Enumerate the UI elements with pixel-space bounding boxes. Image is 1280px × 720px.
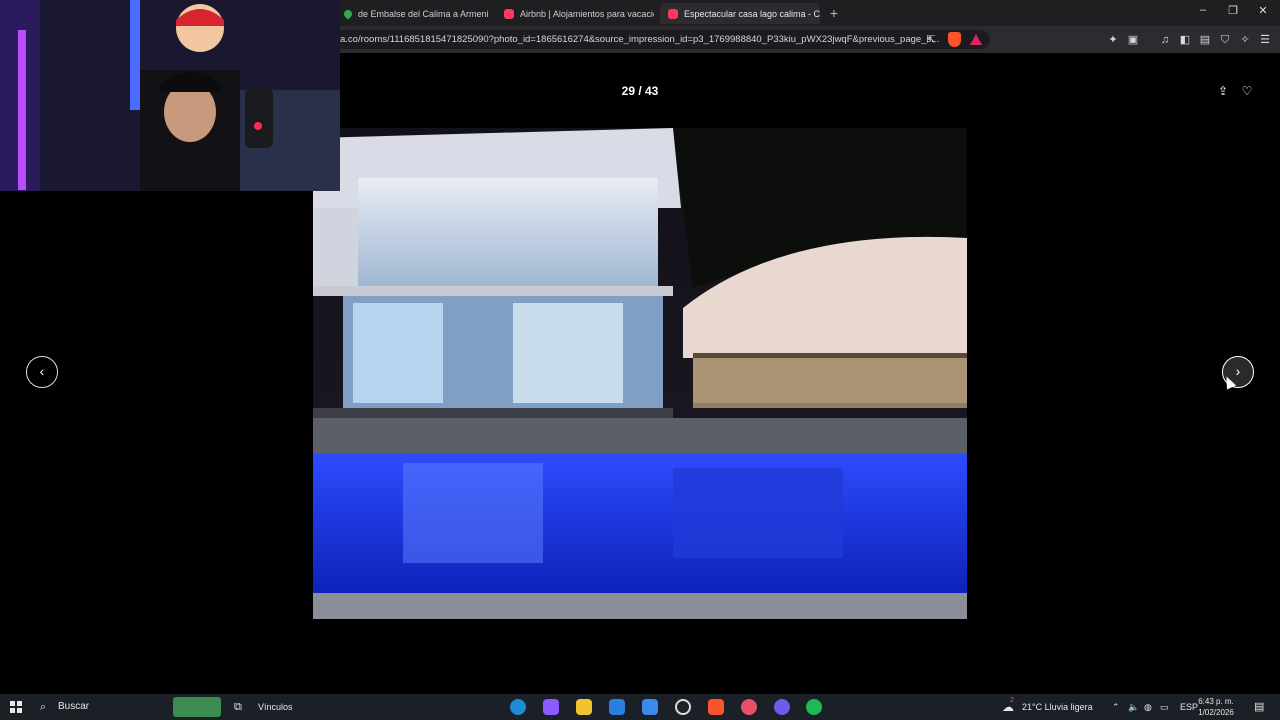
weather-widget[interactable]: 21°C Lluvia ligera xyxy=(1022,694,1093,720)
brave-rewards-icon[interactable] xyxy=(970,34,982,45)
task-view-icon[interactable]: ⧉ xyxy=(234,694,242,720)
obs-icon[interactable] xyxy=(675,699,691,715)
address-bar[interactable]: a.co/rooms/1116851815471825090?photo_id=… xyxy=(330,30,990,49)
share-page-icon[interactable]: ⇱ xyxy=(924,33,938,47)
volume-icon[interactable]: 🔈 xyxy=(1128,694,1139,720)
tab-airbnb-search[interactable]: Airbnb | Alojamientos para vacacione xyxy=(496,3,654,24)
webcam-image xyxy=(0,0,340,191)
clock[interactable]: 6:43 p. m. 1/02/2026 xyxy=(1196,696,1236,718)
menu-icon[interactable]: ☰ xyxy=(1258,33,1272,47)
taskbar-search[interactable]: ⌕ Buscar xyxy=(34,696,170,718)
search-placeholder: Buscar xyxy=(58,701,90,712)
maps-pin-icon xyxy=(342,7,354,20)
clock-time: 6:43 p. m. xyxy=(1198,697,1234,706)
mail-icon[interactable] xyxy=(642,699,658,715)
discord-icon[interactable] xyxy=(774,699,790,715)
tab-label: de Embalse del Calima a Armenia, Qu xyxy=(358,8,488,19)
vpn-shield-icon[interactable]: ⛉ xyxy=(1218,33,1232,47)
house-pool-night-image xyxy=(313,128,967,619)
share-icon[interactable]: ⇪ xyxy=(1216,84,1230,98)
weather-badge: 2 xyxy=(1010,697,1014,704)
links-toolbar[interactable]: Vínculos xyxy=(258,694,293,720)
app-icon[interactable] xyxy=(741,699,757,715)
brave-shields-icon[interactable] xyxy=(948,32,961,47)
tab-listing[interactable]: Espectacular casa lago calima - C ✕ xyxy=(660,3,820,24)
new-tab-button[interactable]: + xyxy=(826,5,842,21)
notifications-icon[interactable]: ▤ xyxy=(1254,694,1264,720)
search-icon: ⌕ xyxy=(40,701,47,713)
windows-start-icon[interactable] xyxy=(10,701,22,713)
brave-browser-icon[interactable] xyxy=(708,699,724,715)
restore-icon[interactable]: ❐ xyxy=(1218,4,1248,17)
tab-label: Espectacular casa lago calima - C xyxy=(684,8,820,19)
url-text: a.co/rooms/1116851815471825090?photo_id=… xyxy=(340,34,940,45)
search-highlight-image[interactable] xyxy=(173,697,221,717)
tab-label: Airbnb | Alojamientos para vacacione xyxy=(520,8,654,19)
store-icon[interactable] xyxy=(609,699,625,715)
extensions-icon[interactable]: ✦ xyxy=(1106,33,1120,47)
windows-taskbar: ⌕ Buscar ⧉ Vínculos ☁ 2 21°C Lluvia lige… xyxy=(0,694,1280,720)
listing-photo xyxy=(313,128,967,619)
previous-photo-button[interactable]: ‹ xyxy=(26,356,58,388)
edge-icon[interactable] xyxy=(510,699,526,715)
minimize-icon[interactable]: – xyxy=(1188,4,1218,16)
close-window-icon[interactable]: ✕ xyxy=(1248,4,1278,17)
network-icon[interactable]: ◍ xyxy=(1144,694,1152,720)
tab-maps[interactable]: de Embalse del Calima a Armenia, Qu xyxy=(336,3,488,24)
copilot-icon[interactable] xyxy=(543,699,559,715)
spotify-icon[interactable] xyxy=(806,699,822,715)
display-icon[interactable]: ▭ xyxy=(1160,694,1169,720)
clock-date: 1/02/2026 xyxy=(1198,708,1234,717)
airbnb-icon xyxy=(504,8,514,19)
leo-ai-icon[interactable]: ✧ xyxy=(1238,33,1252,47)
heart-icon[interactable]: ♡ xyxy=(1240,84,1254,98)
media-icon[interactable]: ♫ xyxy=(1158,33,1172,47)
screen: de Embalse del Calima a Armenia, Qu Airb… xyxy=(0,0,1280,720)
streamer-webcam xyxy=(0,0,340,191)
screenshot-icon[interactable]: ▣ xyxy=(1126,33,1140,47)
airbnb-icon xyxy=(668,8,678,19)
file-explorer-icon[interactable] xyxy=(576,699,592,715)
chevron-up-icon[interactable]: ⌃ xyxy=(1112,694,1120,720)
wallet-icon[interactable]: ▤ xyxy=(1198,33,1212,47)
sidebar-icon[interactable]: ◧ xyxy=(1178,33,1192,47)
photo-counter: 29 / 43 xyxy=(621,84,659,98)
